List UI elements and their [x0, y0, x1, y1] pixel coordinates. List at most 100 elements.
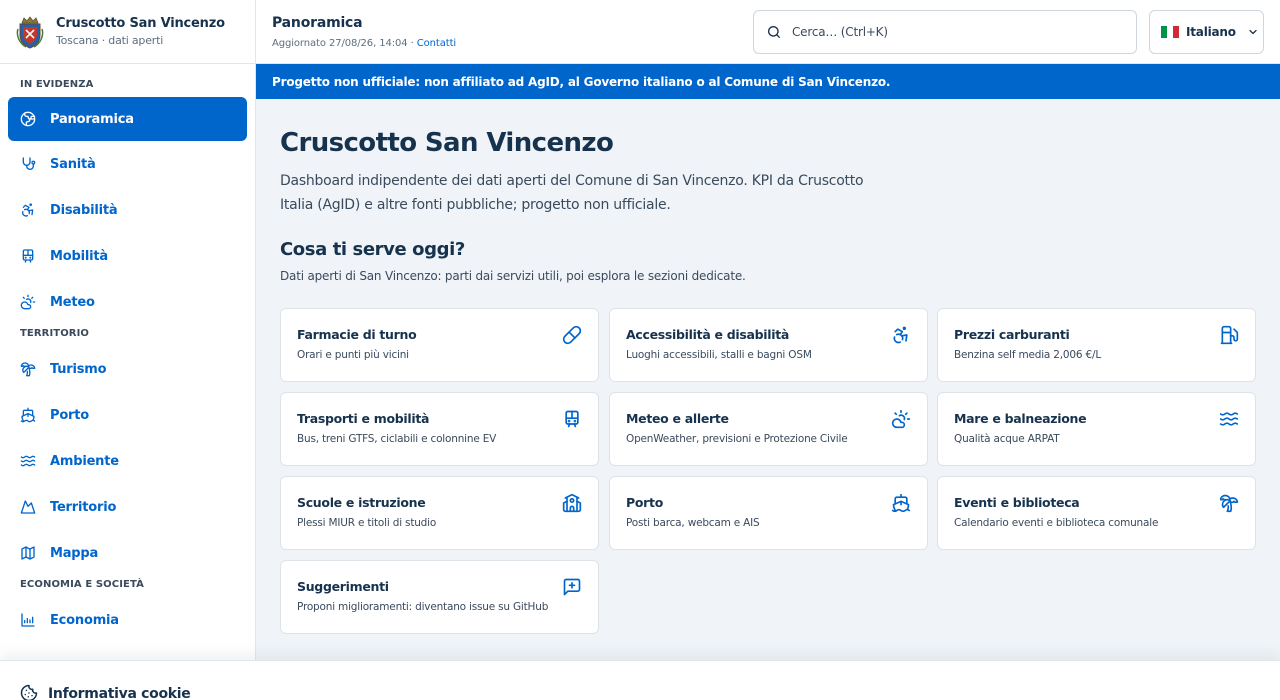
mountain-icon [20, 500, 36, 514]
sidebar-item-label: Territorio [50, 499, 117, 515]
sidebar-item-mobilita[interactable]: Mobilità [8, 233, 247, 279]
card-desc: OpenWeather, previsioni e Protezione Civ… [626, 433, 848, 445]
contacts-link[interactable]: Contatti [417, 38, 456, 49]
card-eventi[interactable]: Eventi e biblioteca Calendario eventi e … [937, 476, 1256, 550]
card-title: Eventi e biblioteca [954, 495, 1080, 510]
card-suggerimenti[interactable]: Suggerimenti Proponi miglioramenti: dive… [280, 560, 599, 634]
sidebar-item-porto[interactable]: Porto [8, 392, 247, 438]
section-subtitle: Dati aperti di San Vincenzo: parti dai s… [280, 269, 746, 283]
brand-title: Cruscotto San Vincenzo [56, 16, 225, 31]
card-desc: Proponi miglioramenti: diventano issue s… [297, 601, 549, 613]
sidebar-item-sanita[interactable]: Sanità [8, 141, 247, 187]
card-title: Farmacie di turno [297, 327, 417, 342]
globe-icon [20, 111, 36, 127]
sidebar-item-ambiente[interactable]: Ambiente [8, 438, 247, 484]
card-title: Accessibilità e disabilità [626, 327, 790, 342]
card-title: Porto [626, 495, 663, 510]
search-icon [768, 26, 780, 38]
main-title: Cruscotto San Vincenzo [280, 128, 614, 158]
card-desc: Bus, treni GTFS, ciclabili e colonnine E… [297, 433, 497, 445]
sun-cloud-icon [20, 294, 36, 310]
card-desc: Orari e punti più vicini [297, 349, 409, 361]
pill-icon [562, 325, 582, 345]
italian-flag-icon [1161, 26, 1179, 38]
section-label-economia: ECONOMIA E SOCIETÀ [20, 579, 144, 590]
sidebar-item-label: Meteo [50, 294, 95, 310]
sidebar-item-label: Panoramica [50, 111, 134, 127]
sidebar-item-label: Ambiente [50, 453, 119, 469]
card-scuole[interactable]: Scuole e istruzione Plessi MIUR e titoli… [280, 476, 599, 550]
sidebar-nav: IN EVIDENZA Panoramica Sanità Disabilità… [0, 64, 255, 643]
updated-info: Aggiornato 27/08/26, 14:04 · Contatti [272, 38, 456, 49]
card-desc: Luoghi accessibili, stalli e bagni OSM [626, 349, 812, 361]
sidebar-item-meteo[interactable]: Meteo [8, 279, 247, 325]
language-select[interactable]: Italiano [1149, 10, 1264, 54]
card-farmacie[interactable]: Farmacie di turno Orari e punti più vici… [280, 308, 599, 382]
card-title: Meteo e allerte [626, 411, 729, 426]
page-title: Panoramica [272, 15, 363, 31]
sidebar-item-label: Sanità [50, 156, 96, 172]
card-title: Mare e balneazione [954, 411, 1087, 426]
card-desc: Posti barca, webcam e AIS [626, 517, 760, 529]
sidebar-item-turismo[interactable]: Turismo [8, 346, 247, 392]
sun-cloud-icon [891, 409, 911, 429]
ship-icon [20, 407, 36, 423]
card-desc: Qualità acque ARPAT [954, 433, 1060, 445]
school-icon [562, 493, 582, 513]
ship-icon [891, 493, 911, 513]
section-title: Cosa ti serve oggi? [280, 239, 465, 260]
cookie-notice[interactable]: Informativa cookie [0, 660, 1280, 700]
section-label-territorio: TERRITORIO [20, 328, 90, 339]
fuel-icon [1220, 325, 1239, 345]
card-accessibilita[interactable]: Accessibilità e disabilità Luoghi access… [609, 308, 928, 382]
brand-subtitle: Toscana · dati aperti [56, 34, 164, 47]
stethoscope-icon [22, 157, 36, 170]
sidebar: Cruscotto San Vincenzo Toscana · dati ap… [0, 0, 256, 700]
bus-icon [565, 410, 579, 428]
section-label-in-evidenza: IN EVIDENZA [20, 79, 94, 90]
card-desc: Calendario eventi e biblioteca comunale [954, 517, 1159, 529]
sidebar-item-economia[interactable]: Economia [8, 597, 247, 643]
crest-icon [16, 15, 44, 49]
search-input[interactable] [792, 25, 1112, 39]
map-icon [21, 546, 35, 560]
waves-icon [1219, 412, 1239, 426]
updated-text: Aggiornato 27/08/26, 14:04 · [272, 38, 417, 49]
card-title: Trasporti e mobilità [297, 411, 430, 426]
card-mare[interactable]: Mare e balneazione Qualità acque ARPAT [937, 392, 1256, 466]
sidebar-item-label: Mappa [50, 545, 99, 561]
language-label: Italiano [1186, 25, 1236, 39]
sidebar-item-label: Economia [50, 612, 119, 628]
palm-tree-icon [20, 362, 36, 377]
chart-icon [21, 613, 35, 627]
card-desc: Benzina self media 2,006 €/L [954, 349, 1101, 361]
accessibility-icon [22, 203, 34, 217]
card-carburanti[interactable]: Prezzi carburanti Benzina self media 2,0… [937, 308, 1256, 382]
card-desc: Plessi MIUR e titoli di studio [297, 517, 437, 529]
card-title: Scuole e istruzione [297, 495, 426, 510]
brand[interactable]: Cruscotto San Vincenzo Toscana · dati ap… [0, 0, 255, 64]
waves-icon [20, 455, 36, 467]
card-trasporti[interactable]: Trasporti e mobilità Bus, treni GTFS, ci… [280, 392, 599, 466]
message-plus-icon [563, 578, 581, 596]
sidebar-item-panoramica[interactable]: Panoramica [8, 97, 247, 141]
card-meteo[interactable]: Meteo e allerte OpenWeather, previsioni … [609, 392, 928, 466]
sidebar-item-territorio[interactable]: Territorio [8, 484, 247, 530]
card-title: Prezzi carburanti [954, 327, 1070, 342]
top-header: Panoramica Aggiornato 27/08/26, 14:04 · … [256, 0, 1280, 64]
search-box[interactable] [753, 10, 1137, 54]
disclaimer-banner: Progetto non ufficiale: non affiliato ad… [256, 64, 1280, 99]
sidebar-item-label: Turismo [50, 361, 107, 377]
sidebar-item-label: Mobilità [50, 248, 108, 264]
main-content: Cruscotto San Vincenzo Dashboard indipen… [256, 99, 1280, 660]
sidebar-item-label: Disabilità [50, 202, 118, 218]
sidebar-item-disabilita[interactable]: Disabilità [8, 187, 247, 233]
cookie-title: Informativa cookie [48, 686, 191, 700]
palm-tree-icon [1219, 494, 1239, 513]
accessibility-icon [893, 326, 908, 344]
main-lead: Dashboard indipendente dei dati aperti d… [280, 173, 864, 213]
sidebar-item-mappa[interactable]: Mappa [8, 530, 247, 576]
card-porto[interactable]: Porto Posti barca, webcam e AIS [609, 476, 928, 550]
card-title: Suggerimenti [297, 579, 389, 594]
cookie-icon [20, 684, 38, 700]
